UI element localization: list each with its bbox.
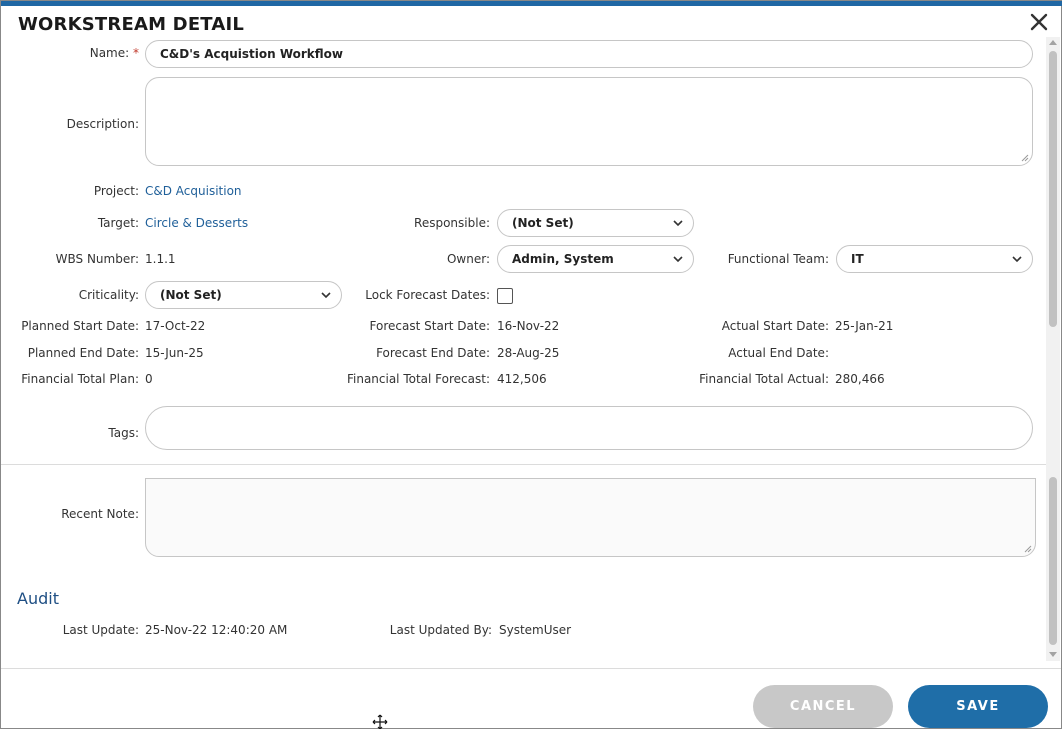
chevron-down-icon bbox=[1012, 256, 1022, 263]
planned-start-label: Planned Start Date: bbox=[21, 319, 139, 333]
planned-start-value: 17-Oct-22 bbox=[145, 319, 206, 333]
planned-end-label: Planned End Date: bbox=[27, 346, 139, 360]
last-updated-by-label: Last Updated By: bbox=[389, 623, 492, 637]
save-button[interactable]: SAVE bbox=[908, 685, 1048, 728]
criticality-select[interactable]: (Not Set) bbox=[145, 281, 342, 309]
description-textarea[interactable] bbox=[145, 77, 1033, 166]
chevron-down-icon bbox=[673, 220, 683, 227]
scrollbar-thumb[interactable] bbox=[1049, 51, 1057, 327]
description-label: Description: bbox=[66, 117, 139, 131]
dialog-title: WORKSTREAM DETAIL bbox=[18, 14, 245, 35]
functional-team-label: Functional Team: bbox=[727, 252, 829, 266]
target-link[interactable]: Circle & Desserts bbox=[145, 216, 248, 230]
chevron-down-icon bbox=[673, 256, 683, 263]
move-cursor-icon bbox=[372, 714, 388, 729]
close-icon[interactable] bbox=[1027, 10, 1051, 34]
actual-start-label: Actual Start Date: bbox=[721, 319, 829, 333]
required-mark: * bbox=[133, 46, 139, 60]
wbs-number-label: WBS Number: bbox=[55, 252, 139, 266]
last-update-label: Last Update: bbox=[62, 623, 139, 637]
criticality-value: (Not Set) bbox=[160, 288, 222, 302]
cancel-button[interactable]: CANCEL bbox=[753, 685, 893, 728]
actual-start-value: 25-Jan-21 bbox=[835, 319, 894, 333]
wbs-number-value: 1.1.1 bbox=[145, 252, 176, 266]
financial-plan-value: 0 bbox=[145, 372, 153, 386]
owner-value: Admin, System bbox=[512, 252, 614, 266]
forecast-start-label: Forecast Start Date: bbox=[369, 319, 490, 333]
project-label: Project: bbox=[93, 184, 139, 198]
lock-forecast-dates-checkbox[interactable] bbox=[497, 288, 513, 304]
tags-input[interactable] bbox=[145, 406, 1033, 450]
lock-forecast-dates-label: Lock Forecast Dates: bbox=[365, 288, 490, 302]
target-label: Target: bbox=[97, 216, 139, 230]
financial-actual-label: Financial Total Actual: bbox=[699, 372, 829, 386]
actual-end-label: Actual End Date: bbox=[728, 346, 829, 360]
recent-note-label: Recent Note: bbox=[61, 507, 139, 521]
financial-plan-label: Financial Total Plan: bbox=[21, 372, 139, 386]
chevron-down-icon bbox=[321, 292, 331, 299]
accent-bar bbox=[1, 1, 1062, 6]
recent-note-textarea[interactable] bbox=[145, 478, 1036, 557]
project-link[interactable]: C&D Acquisition bbox=[145, 184, 242, 198]
resize-grip-icon[interactable] bbox=[1021, 154, 1029, 162]
forecast-end-label: Forecast End Date: bbox=[376, 346, 490, 360]
audit-heading: Audit bbox=[17, 589, 59, 608]
criticality-label: Criticality: bbox=[78, 288, 139, 302]
forecast-start-value: 16-Nov-22 bbox=[497, 319, 560, 333]
scrollbar-thumb-lower[interactable] bbox=[1049, 477, 1057, 645]
name-label: Name: * bbox=[41, 46, 139, 60]
footer-divider bbox=[1, 668, 1061, 669]
planned-end-value: 15-Jun-25 bbox=[145, 346, 204, 360]
name-input[interactable]: C&D's Acquistion Workflow bbox=[145, 40, 1033, 68]
last-update-value: 25-Nov-22 12:40:20 AM bbox=[145, 623, 288, 637]
financial-forecast-label: Financial Total Forecast: bbox=[346, 372, 490, 386]
forecast-end-value: 28-Aug-25 bbox=[497, 346, 560, 360]
financial-actual-value: 280,466 bbox=[835, 372, 885, 386]
name-value: C&D's Acquistion Workflow bbox=[160, 47, 344, 61]
resize-grip-icon[interactable] bbox=[1024, 545, 1032, 553]
scroll-up-arrow-icon[interactable] bbox=[1049, 40, 1057, 45]
functional-team-value: IT bbox=[851, 252, 864, 266]
vertical-scrollbar[interactable] bbox=[1046, 37, 1060, 661]
last-updated-by-value: SystemUser bbox=[499, 623, 572, 637]
functional-team-select[interactable]: IT bbox=[836, 245, 1033, 273]
name-label-text: Name: bbox=[89, 46, 130, 60]
workstream-detail-dialog: WORKSTREAM DETAIL Name: * C&D's Acquisti… bbox=[0, 0, 1062, 729]
tags-label: Tags: bbox=[108, 426, 139, 440]
financial-forecast-value: 412,506 bbox=[497, 372, 547, 386]
responsible-select[interactable]: (Not Set) bbox=[497, 209, 694, 237]
scroll-down-arrow-icon[interactable] bbox=[1049, 652, 1057, 657]
owner-label: Owner: bbox=[446, 252, 490, 266]
responsible-label: Responsible: bbox=[414, 216, 490, 230]
owner-select[interactable]: Admin, System bbox=[497, 245, 694, 273]
responsible-value: (Not Set) bbox=[512, 216, 574, 230]
section-divider bbox=[1, 464, 1047, 465]
